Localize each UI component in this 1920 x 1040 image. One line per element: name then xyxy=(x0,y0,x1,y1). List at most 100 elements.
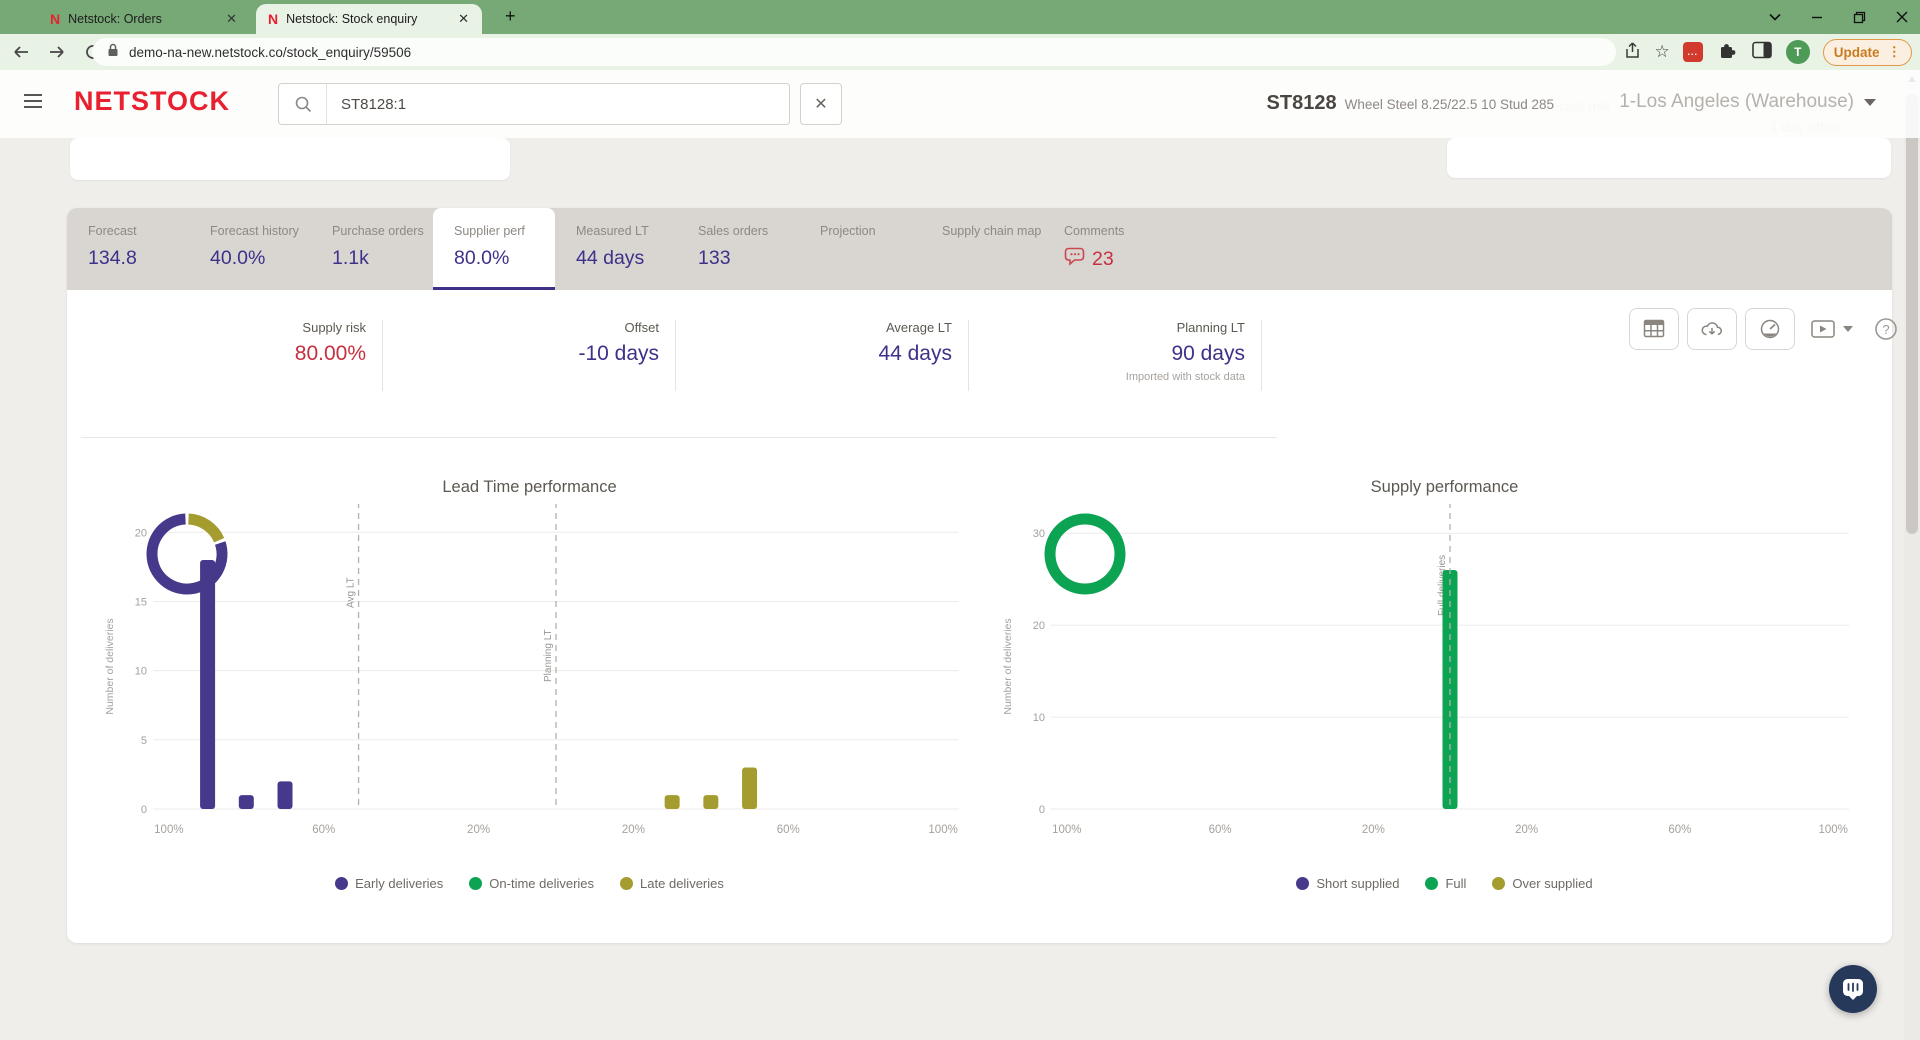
bar-late-deliveries xyxy=(665,795,680,809)
adblock-extension-icon[interactable]: ... xyxy=(1683,42,1703,62)
tab-label: Projection xyxy=(820,224,921,238)
stat-label: Supply risk xyxy=(90,320,366,335)
download-button[interactable] xyxy=(1687,308,1737,350)
legend-item-on-time-deliveries[interactable]: On-time deliveries xyxy=(469,876,594,891)
browser-tab-stock-enquiry[interactable]: N Netstock: Stock enquiry ✕ xyxy=(256,4,482,34)
item-description: Wheel Steel 8.25/22.5 10 Stud 285 xyxy=(1345,97,1554,112)
chart-legend: Early deliveries On-time deliveries Late d… xyxy=(77,876,982,891)
url-bar[interactable]: demo-na-new.netstock.co/stock_enquiry/59… xyxy=(92,38,1616,66)
sidebar-icon[interactable] xyxy=(1751,40,1773,65)
y-tick-label: 5 xyxy=(141,735,147,747)
x-tick-label: 60% xyxy=(1668,824,1691,836)
tab-label: Measured LT xyxy=(576,224,677,238)
partial-card-left xyxy=(70,138,510,180)
bookmark-star-icon[interactable]: ☆ xyxy=(1654,42,1669,62)
stat-average-lt: Average LT44 days xyxy=(676,320,969,391)
legend-label: Short supplied xyxy=(1316,876,1399,891)
close-tab-icon[interactable]: ✕ xyxy=(223,11,240,27)
tab-supplier-perf[interactable]: Supplier perf80.0% xyxy=(433,208,555,290)
tab-projection[interactable]: Projection xyxy=(799,208,921,290)
close-tab-icon[interactable]: ✕ xyxy=(455,11,472,27)
table-view-button[interactable] xyxy=(1629,308,1679,350)
legend-item-over-supplied[interactable]: Over supplied xyxy=(1492,876,1592,891)
tab-measured-lt[interactable]: Measured LT 44 days xyxy=(555,208,677,290)
location-dropdown[interactable]: 1-Los Angeles (Warehouse) xyxy=(1619,91,1876,113)
netstock-favicon: N xyxy=(268,11,278,27)
chart-svg: 05101520100%60%20%20%60%100%Number of de… xyxy=(77,504,982,847)
gauge-button[interactable] xyxy=(1745,308,1795,350)
legend-label: Over supplied xyxy=(1512,876,1592,891)
profile-avatar[interactable]: T xyxy=(1786,40,1810,64)
y-tick-label: 10 xyxy=(135,666,147,678)
back-button[interactable] xyxy=(6,37,36,67)
legend-label: On-time deliveries xyxy=(489,876,594,891)
stat-supply-risk: Supply risk 80.00% xyxy=(90,320,383,391)
minimize-button[interactable] xyxy=(1811,11,1823,23)
legend-dot xyxy=(1425,877,1438,890)
y-tick-label: 20 xyxy=(1033,620,1045,632)
new-tab-button[interactable]: + xyxy=(505,6,516,27)
legend-dot xyxy=(620,877,633,890)
tab-sales-orders[interactable]: Sales orders133 xyxy=(677,208,799,290)
x-tick-label: 60% xyxy=(312,824,335,836)
clear-search-button[interactable]: ✕ xyxy=(800,83,842,125)
tab-comments[interactable]: Comments23 xyxy=(1043,208,1165,290)
tab-value: 80.0% xyxy=(454,247,555,270)
reference-line-label: Planning LT xyxy=(543,629,554,682)
update-button[interactable]: Update⋮ xyxy=(1823,39,1912,66)
lead-time-chart: 05101520100%60%20%20%60%100%Number of de… xyxy=(77,504,982,852)
x-tick-label: 100% xyxy=(1818,824,1847,836)
scrollbar-thumb[interactable] xyxy=(1906,94,1918,534)
browser-toolbar: demo-na-new.netstock.co/stock_enquiry/59… xyxy=(0,34,1920,70)
search-icon[interactable] xyxy=(279,84,327,124)
netstock-logo: NETSTOCK xyxy=(74,86,230,117)
hamburger-menu-icon[interactable] xyxy=(24,94,42,112)
y-tick-label: 0 xyxy=(1039,804,1045,816)
page-scrollbar[interactable] xyxy=(1904,70,1920,1040)
tab-value: 40.0% xyxy=(210,247,311,270)
x-tick-label: 100% xyxy=(928,824,957,836)
tab-label: Forecast xyxy=(88,224,189,238)
stat-value: 80.00% xyxy=(90,342,366,366)
y-tick-label: 10 xyxy=(1033,712,1045,724)
video-tutorial-button[interactable] xyxy=(1811,318,1857,340)
main-card: Forecast 134.8 Forecast history 40.0%Purcha… xyxy=(67,208,1892,943)
tab-value: 134.8 xyxy=(88,247,189,270)
location-name: 1-Los Angeles (Warehouse) xyxy=(1619,91,1854,113)
forward-button[interactable] xyxy=(42,37,72,67)
search-input[interactable] xyxy=(327,96,789,113)
legend-item-late-deliveries[interactable]: Late deliveries xyxy=(620,876,724,891)
legend-item-early-deliveries[interactable]: Early deliveries xyxy=(335,876,443,891)
legend-dot xyxy=(469,877,482,890)
tab-purchase-orders[interactable]: Purchase orders1.1k xyxy=(311,208,433,290)
chart-legend: Short supplied Full Over supplied xyxy=(997,876,1892,891)
tab-forecast[interactable]: Forecast 134.8 xyxy=(67,208,189,290)
x-tick-label: 100% xyxy=(1052,824,1081,836)
y-axis-label: Number of deliveries xyxy=(104,618,116,714)
legend-item-full[interactable]: Full xyxy=(1425,876,1466,891)
legend-dot xyxy=(1296,877,1309,890)
tab-forecast-history[interactable]: Forecast history 40.0% xyxy=(189,208,311,290)
kebab-menu-icon[interactable]: ⋮ xyxy=(1888,44,1902,60)
chart-svg: 0102030100%60%20%20%60%100%Number of del… xyxy=(997,504,1892,847)
browser-tab-orders[interactable]: N Netstock: Orders ✕ xyxy=(38,4,250,34)
chat-widget-button[interactable] xyxy=(1829,965,1877,1013)
app-tab-strip: Forecast 134.8 Forecast history 40.0%Purcha… xyxy=(67,208,1892,290)
restore-button[interactable] xyxy=(1853,11,1866,24)
tab-label: Supply chain map xyxy=(942,224,1043,238)
tab-value: 44 days xyxy=(576,247,677,270)
close-window-button[interactable] xyxy=(1896,11,1908,23)
lead-time-chart-block: Lead Time performance 05101520100%60%20%… xyxy=(77,478,982,852)
help-button[interactable]: ? xyxy=(1873,316,1899,342)
tab-label: Forecast history xyxy=(210,224,311,238)
share-icon[interactable] xyxy=(1621,40,1641,65)
item-info: ST8128Wheel Steel 8.25/22.5 10 Stud 285 xyxy=(1267,92,1554,115)
bar-early-deliveries xyxy=(200,560,215,809)
x-tick-label: 20% xyxy=(622,824,645,836)
chevron-down-icon[interactable] xyxy=(1769,13,1781,21)
tab-supply-chain-map[interactable]: Supply chain map xyxy=(921,208,1043,290)
bar-late-deliveries xyxy=(703,795,718,809)
puzzle-extensions-icon[interactable] xyxy=(1716,39,1738,66)
legend-item-short-supplied[interactable]: Short supplied xyxy=(1296,876,1399,891)
browser-tab-strip: N Netstock: Orders ✕ N Netstock: Stock e… xyxy=(0,0,1920,34)
